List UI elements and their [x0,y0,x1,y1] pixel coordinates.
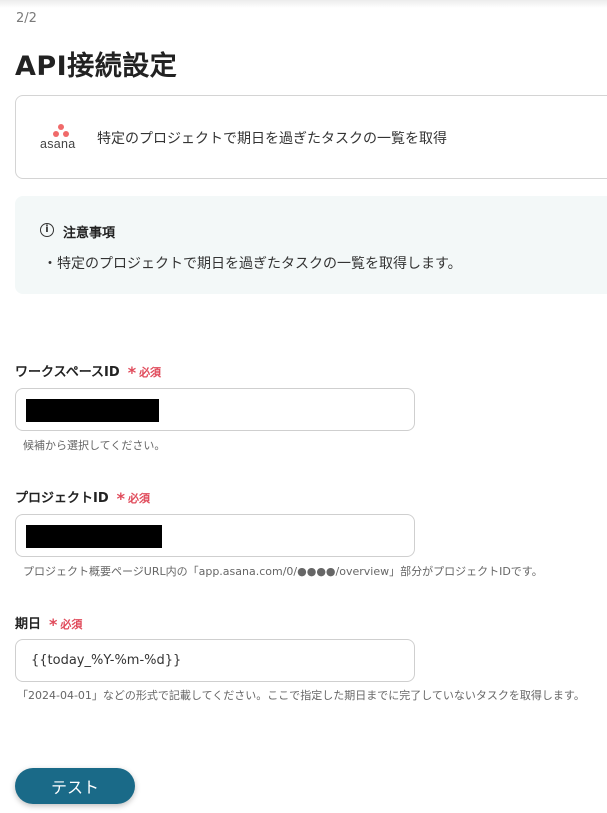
workspace-id-hint: 候補から選択してください。 [23,439,166,452]
due-date-field[interactable]: {{today_%Y-%m-%d}} [15,639,415,682]
required-text: 必須 [139,366,162,379]
app-action-card[interactable]: asana 特定のプロジェクトで期日を過ぎたタスクの一覧を取得 [15,95,607,179]
asana-logo-text: asana [40,137,76,151]
project-id-hint: プロジェクト概要ページURL内の「app.asana.com/0/●●●●/ov… [23,565,543,578]
required-text: 必須 [128,492,151,505]
workspace-id-label-text: ワークスペースID [15,365,120,380]
app-action-label: 特定のプロジェクトで期日を過ぎたタスクの一覧を取得 [97,131,447,147]
due-date-label: 期日 * 必須 [15,613,83,634]
redacted-value [26,525,162,548]
required-asterisk-icon: * [116,489,126,508]
asana-logo-icon: asana [40,124,82,154]
notice-title: 注意事項 [63,226,116,241]
required-badge: * 必須 [116,489,151,508]
required-asterisk-icon: * [127,363,137,382]
project-id-label-text: プロジェクトID [15,491,109,506]
step-indicator: 2/2 [16,11,37,26]
redacted-value [26,399,159,422]
required-badge: * 必須 [49,615,83,634]
page-title: API接続設定 [15,51,178,82]
required-text: 必須 [60,618,83,631]
due-date-value: {{today_%Y-%m-%d}} [31,653,182,668]
project-id-field[interactable] [15,514,415,557]
required-asterisk-icon: * [49,615,58,634]
asana-dots [53,124,69,138]
notice-box: i 注意事項 ・特定のプロジェクトで期日を過ぎたタスクの一覧を取得します。 [15,196,607,294]
due-date-label-text: 期日 [15,617,42,632]
due-date-hint: 「2024-04-01」などの形式で記載してください。ここで指定した期日までに完… [17,689,585,702]
workspace-id-field[interactable] [15,388,415,431]
notice-body: ・特定のプロジェクトで期日を過ぎたタスクの一覧を取得します。 [43,256,462,272]
test-button[interactable]: テスト [15,768,135,804]
required-badge: * 必須 [127,363,162,382]
top-shadow [0,0,607,8]
workspace-id-label: ワークスペースID * 必須 [15,361,162,382]
info-icon: i [40,223,54,237]
project-id-label: プロジェクトID * 必須 [15,487,151,508]
